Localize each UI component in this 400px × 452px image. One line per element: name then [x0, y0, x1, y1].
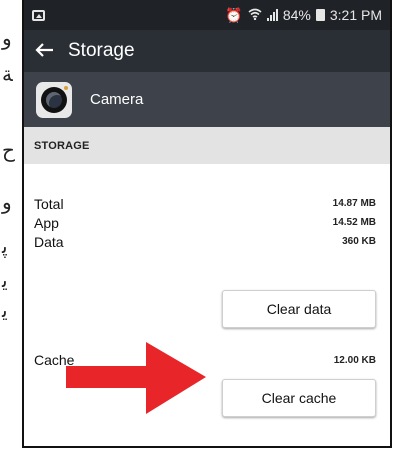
stat-label: Data [34, 233, 64, 250]
background-page-strip: و ﺔ ح و ﭘ ﯾ ﻳ [0, 0, 24, 452]
back-arrow-icon[interactable] [34, 39, 54, 63]
wifi-icon [248, 7, 262, 23]
cache-value: 12.00 KB [333, 354, 376, 366]
battery-icon [315, 9, 325, 21]
status-bar: ⏰ 84% 3:21 PM [24, 0, 390, 30]
status-time: 3:21 PM [329, 7, 382, 23]
stat-row-app: App 14.52 MB [34, 213, 376, 232]
stat-value: 14.52 MB [332, 217, 376, 228]
image-icon [32, 9, 45, 21]
background-text-glyph: ﻳ [2, 298, 8, 322]
signal-icon [266, 9, 278, 21]
background-text-glyph: و [2, 190, 12, 214]
alarm-clock-icon: ⏰ [225, 6, 243, 23]
section-header: STORAGE [24, 127, 390, 164]
storage-stats: Total 14.87 MB App 14.52 MB Data 360 KB [34, 194, 376, 251]
camera-icon [36, 81, 72, 118]
stat-row-data: Data 360 KB [34, 232, 376, 251]
background-text-glyph: ح [2, 138, 15, 162]
page-title: Storage [68, 40, 135, 61]
battery-percent: 84% [282, 7, 311, 23]
background-text-glyph: و [2, 26, 12, 50]
storage-details: Total 14.87 MB App 14.52 MB Data 360 KB … [24, 194, 390, 417]
stat-label: Total [34, 195, 64, 212]
stat-value: 360 KB [342, 236, 376, 247]
background-text-glyph: ﯾ [2, 268, 8, 292]
stat-value: 14.87 MB [332, 198, 376, 209]
red-arrow-icon [60, 338, 210, 423]
stat-label: App [34, 214, 59, 231]
app-header: Camera [24, 72, 390, 127]
toolbar: Storage [24, 30, 390, 72]
clear-data-button[interactable]: Clear data [222, 290, 376, 328]
background-text-glyph: ﭘ [2, 234, 8, 258]
clear-cache-button[interactable]: Clear cache [222, 379, 376, 417]
stat-row-total: Total 14.87 MB [34, 194, 376, 213]
background-text-glyph: ﺔ [2, 62, 13, 86]
app-name: Camera [90, 91, 144, 108]
